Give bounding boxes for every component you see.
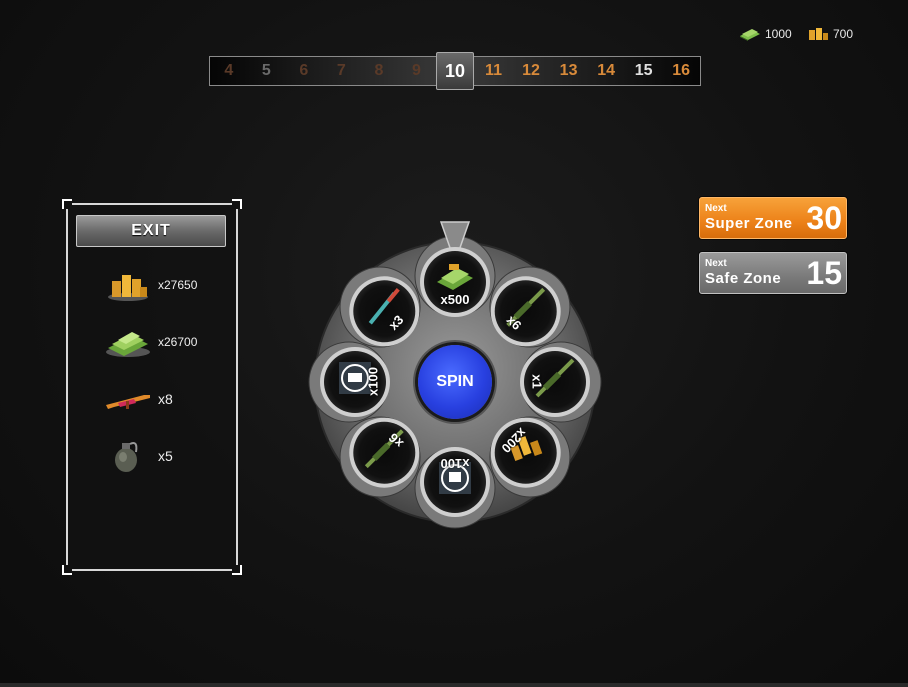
rifle-icon <box>106 395 150 409</box>
current-zone: 10 <box>436 52 474 90</box>
wheel-slot-amount: x100 <box>365 367 381 396</box>
zone-number: 14 <box>597 62 615 79</box>
spin-button[interactable]: SPIN <box>418 345 492 419</box>
wheel-slot-amount: x500 <box>440 292 470 307</box>
gold-bars-icon <box>108 275 148 301</box>
next-label: Next <box>705 203 727 214</box>
zone-number: 16 <box>672 62 691 79</box>
gold-amount: 700 <box>833 27 854 41</box>
wheel-slot <box>349 276 420 347</box>
zone-number: 5 <box>261 62 271 79</box>
bottom-strip <box>0 683 908 687</box>
gold-bars-icon <box>809 28 828 40</box>
wheel-slot-amount: x1 <box>529 374 545 389</box>
collected-rewards-panel: EXIT x27650 x26700 x8 x5 <box>62 199 242 575</box>
panel-corner <box>232 565 242 575</box>
zone-number: 8 <box>374 62 384 79</box>
safe-zone-label: Safe Zone <box>705 270 782 287</box>
zone-number: 15 <box>634 62 653 79</box>
gold-counter: 700 <box>806 26 853 42</box>
zone-number: 12 <box>522 62 540 79</box>
zone-progress-bar: 4 5 6 7 8 9 10 11 12 13 14 15 16 <box>209 52 701 90</box>
super-zone-number: 30 <box>806 200 842 236</box>
grenade-icon <box>115 442 138 472</box>
zone-number: 6 <box>299 62 309 79</box>
reward-amount: x8 <box>158 391 173 407</box>
cash-icon <box>740 29 760 41</box>
reward-item-grenade: x5 <box>104 436 173 476</box>
cash-counter: 1000 <box>738 26 792 42</box>
reward-item-cash: x26700 <box>104 322 197 362</box>
next-super-zone-card: Next Super Zone 30 <box>699 197 847 239</box>
zone-number: 9 <box>411 62 421 79</box>
zone-number: 13 <box>559 62 578 79</box>
reward-item-rifle: x8 <box>104 379 173 419</box>
cash-amount: 1000 <box>765 27 792 41</box>
zone-number: 11 <box>485 62 502 79</box>
reward-amount: x26700 <box>158 335 198 349</box>
panel-corner <box>62 565 72 575</box>
reward-amount: x5 <box>158 448 173 464</box>
zone-number: 7 <box>336 62 346 79</box>
next-label: Next <box>705 258 727 269</box>
panel-corner <box>62 199 72 209</box>
wheel-slot-amount: x100 <box>440 456 470 471</box>
wheel-slot <box>490 417 561 488</box>
reward-amount: x27650 <box>158 278 198 292</box>
next-safe-zone-card: Next Safe Zone 15 <box>699 252 847 294</box>
exit-button[interactable]: EXIT <box>76 215 226 247</box>
panel-corner <box>232 199 242 209</box>
reward-item-gold: x27650 <box>104 265 197 305</box>
super-zone-label: Super Zone <box>705 215 793 232</box>
safe-zone-number: 15 <box>806 255 842 291</box>
zone-number: 4 <box>224 62 234 79</box>
cash-icon <box>106 332 150 357</box>
